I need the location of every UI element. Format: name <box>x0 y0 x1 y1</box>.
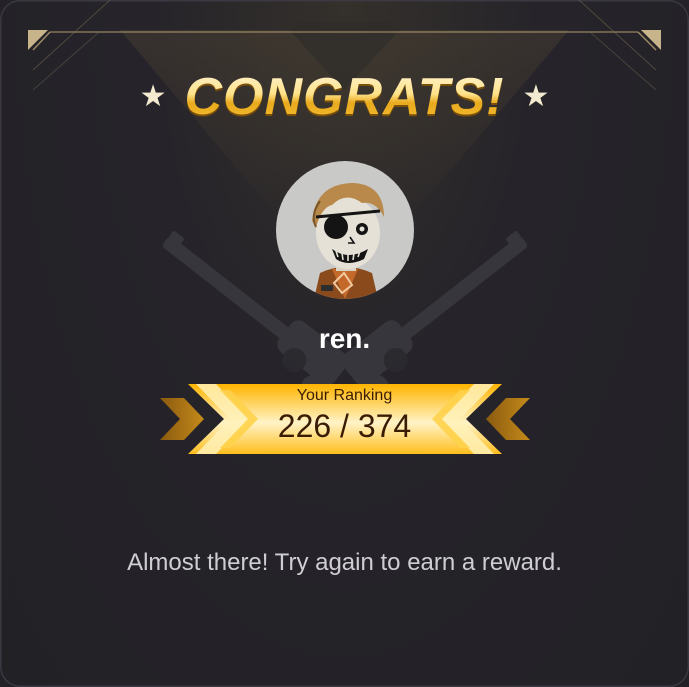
ranking-label: Your Ranking <box>296 387 393 404</box>
username: ren. <box>318 323 371 354</box>
result-screen: ★ CONGRATS! ★ ren. Your Ranking 226 / 37… <box>0 0 689 687</box>
ranking-value: 226 / 374 <box>277 408 412 444</box>
congrats-card: ★ CONGRATS! ★ ren. Your Ranking 226 / 37… <box>0 0 689 687</box>
title-row: ★ CONGRATS! ★ <box>0 62 689 132</box>
star-left-icon: ★ <box>139 80 167 113</box>
avatar <box>276 161 414 299</box>
star-right-icon: ★ <box>522 80 550 113</box>
page-title: CONGRATS! <box>184 68 505 126</box>
character-avatar-icon <box>312 183 384 299</box>
result-message: Almost there! Try again to earn a reward… <box>127 549 562 576</box>
